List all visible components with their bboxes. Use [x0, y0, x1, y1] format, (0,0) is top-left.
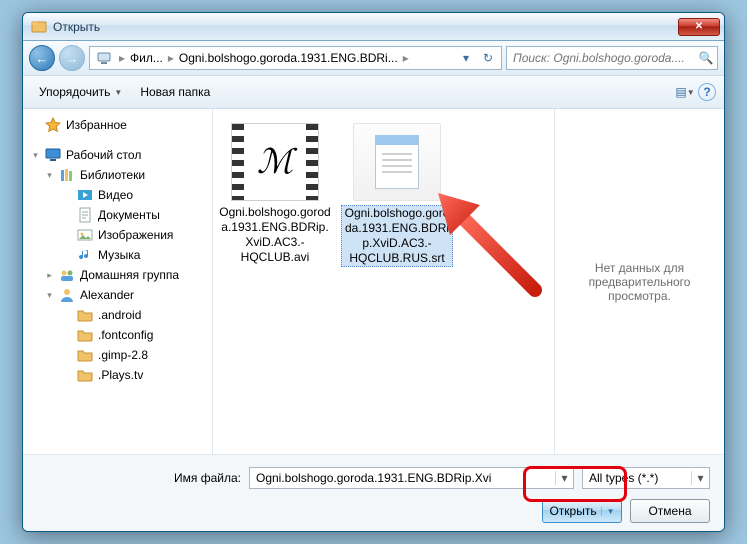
sidebar-item-label: Музыка: [98, 248, 140, 262]
help-icon[interactable]: ?: [698, 83, 716, 101]
user-icon: [59, 287, 75, 303]
star-icon: [45, 117, 61, 133]
search-icon: 🔍: [695, 51, 717, 65]
filename-label: Имя файла:: [37, 471, 241, 485]
filetype-select[interactable]: All types (*.*) ▾: [582, 467, 710, 489]
music-icon: [77, 247, 93, 263]
preview-empty-text: Нет данных для предварительного просмотр…: [571, 261, 708, 303]
home-icon: [59, 267, 75, 283]
folder-icon: [77, 347, 93, 363]
expand-icon[interactable]: ▸: [45, 271, 54, 280]
desktop-icon: [45, 147, 61, 163]
computer-icon: [96, 50, 112, 66]
sidebar-item[interactable]: ▾ Alexander: [29, 285, 212, 305]
file-item[interactable]: ℳOgni.bolshogo.goroda.1931.ENG.BDRip.Xvi…: [219, 123, 331, 265]
expand-icon[interactable]: ▾: [45, 291, 54, 300]
open-button-label: Открыть: [549, 504, 596, 518]
sidebar-item[interactable]: Документы: [29, 205, 212, 225]
filename-input[interactable]: Ogni.bolshogo.goroda.1931.ENG.BDRip.Xvi …: [249, 467, 574, 489]
open-button[interactable]: Открыть ▼: [542, 499, 622, 523]
sidebar-item[interactable]: ▾ Рабочий стол: [29, 145, 212, 165]
sidebar-item[interactable]: Музыка: [29, 245, 212, 265]
new-folder-button[interactable]: Новая папка: [132, 81, 218, 103]
breadcrumb[interactable]: Фил...: [128, 51, 165, 65]
cancel-button-label: Отмена: [648, 504, 691, 518]
sidebar-item-label: Избранное: [66, 118, 127, 132]
sidebar-item[interactable]: .android: [29, 305, 212, 325]
sidebar-item[interactable]: Видео: [29, 185, 212, 205]
sidebar: Избранное ▾ Рабочий стол ▾ Библиотеки Видео До…: [23, 109, 213, 454]
file-label: Ogni.bolshogo.goroda.1931.ENG.BDRip.XviD…: [341, 205, 453, 267]
sidebar-item-label: Видео: [98, 188, 133, 202]
file-label: Ogni.bolshogo.goroda.1931.ENG.BDRip.XviD…: [219, 205, 331, 265]
forward-button[interactable]: →: [59, 45, 85, 71]
expand-icon[interactable]: ▾: [31, 151, 40, 160]
breadcrumb[interactable]: Ogni.bolshogo.goroda.1931.ENG.BDRi...: [177, 51, 400, 65]
folder-icon: [77, 327, 93, 343]
back-button[interactable]: ←: [29, 45, 55, 71]
sidebar-item-label: Домашняя группа: [80, 268, 179, 282]
pic-icon: [77, 227, 93, 243]
filename-value: Ogni.bolshogo.goroda.1931.ENG.BDRip.Xvi: [250, 471, 555, 485]
video-thumb: ℳ: [231, 123, 319, 201]
chevron-down-icon[interactable]: ▼: [601, 507, 615, 516]
sidebar-item[interactable]: Изображения: [29, 225, 212, 245]
sidebar-item[interactable]: .Plays.tv: [29, 365, 212, 385]
text-thumb: [353, 123, 441, 201]
doc-icon: [77, 207, 93, 223]
sidebar-item-label: .gimp-2.8: [98, 348, 148, 362]
filetype-value: All types (*.*): [583, 471, 691, 485]
sidebar-item-label: .Plays.tv: [98, 368, 143, 382]
chevron-down-icon[interactable]: ▾: [691, 471, 709, 485]
chevron-down-icon: ▼: [114, 88, 122, 97]
expand-icon[interactable]: [31, 121, 40, 130]
sidebar-item[interactable]: .gimp-2.8: [29, 345, 212, 365]
video-icon: [77, 187, 93, 203]
open-file-dialog: Открыть ✕ ← → ▸ Фил... ▸ Ogni.bolshogo.g…: [22, 12, 725, 532]
expand-icon[interactable]: ▾: [45, 171, 54, 180]
address-bar[interactable]: ▸ Фил... ▸ Ogni.bolshogo.goroda.1931.ENG…: [89, 46, 502, 70]
window-title: Открыть: [53, 20, 678, 34]
dropdown-icon[interactable]: ▾: [455, 51, 477, 65]
view-icon[interactable]: ▤▼: [674, 81, 696, 103]
sidebar-item[interactable]: Избранное: [29, 115, 212, 135]
search-input[interactable]: [507, 51, 695, 65]
preview-pane: Нет данных для предварительного просмотр…: [554, 109, 724, 454]
organize-button[interactable]: Упорядочить ▼: [31, 81, 130, 103]
navigation-bar: ← → ▸ Фил... ▸ Ogni.bolshogo.goroda.1931…: [23, 41, 724, 76]
file-list: ℳOgni.bolshogo.goroda.1931.ENG.BDRip.Xvi…: [213, 109, 554, 454]
new-folder-label: Новая папка: [140, 85, 210, 99]
search-box[interactable]: 🔍: [506, 46, 718, 70]
breadcrumb-sep: ▸: [165, 51, 177, 65]
close-button[interactable]: ✕: [678, 18, 720, 36]
sidebar-item[interactable]: .fontconfig: [29, 325, 212, 345]
titlebar[interactable]: Открыть ✕: [23, 13, 724, 41]
sidebar-item-label: Документы: [98, 208, 160, 222]
file-item[interactable]: Ogni.bolshogo.goroda.1931.ENG.BDRip.XviD…: [341, 123, 453, 267]
folder-icon: [77, 307, 93, 323]
toolbar: Упорядочить ▼ Новая папка ▤▼ ?: [23, 76, 724, 109]
breadcrumb-sep: ▸: [116, 51, 128, 65]
sidebar-item-label: .fontconfig: [98, 328, 153, 342]
sidebar-item-label: Изображения: [98, 228, 173, 242]
sidebar-item-label: Рабочий стол: [66, 148, 141, 162]
sidebar-item-label: Библиотеки: [80, 168, 145, 182]
organize-label: Упорядочить: [39, 85, 110, 99]
sidebar-item-label: Alexander: [80, 288, 134, 302]
folder-icon: [77, 367, 93, 383]
app-icon: [31, 19, 47, 35]
sidebar-item[interactable]: ▾ Библиотеки: [29, 165, 212, 185]
breadcrumb-sep: ▸: [400, 51, 412, 65]
sidebar-item-label: .android: [98, 308, 141, 322]
sidebar-item[interactable]: ▸ Домашняя группа: [29, 265, 212, 285]
chevron-down-icon[interactable]: ▾: [555, 471, 573, 485]
library-icon: [59, 167, 75, 183]
refresh-icon[interactable]: ↻: [477, 51, 499, 65]
cancel-button[interactable]: Отмена: [630, 499, 710, 523]
footer: Имя файла: Ogni.bolshogo.goroda.1931.ENG…: [23, 454, 724, 532]
